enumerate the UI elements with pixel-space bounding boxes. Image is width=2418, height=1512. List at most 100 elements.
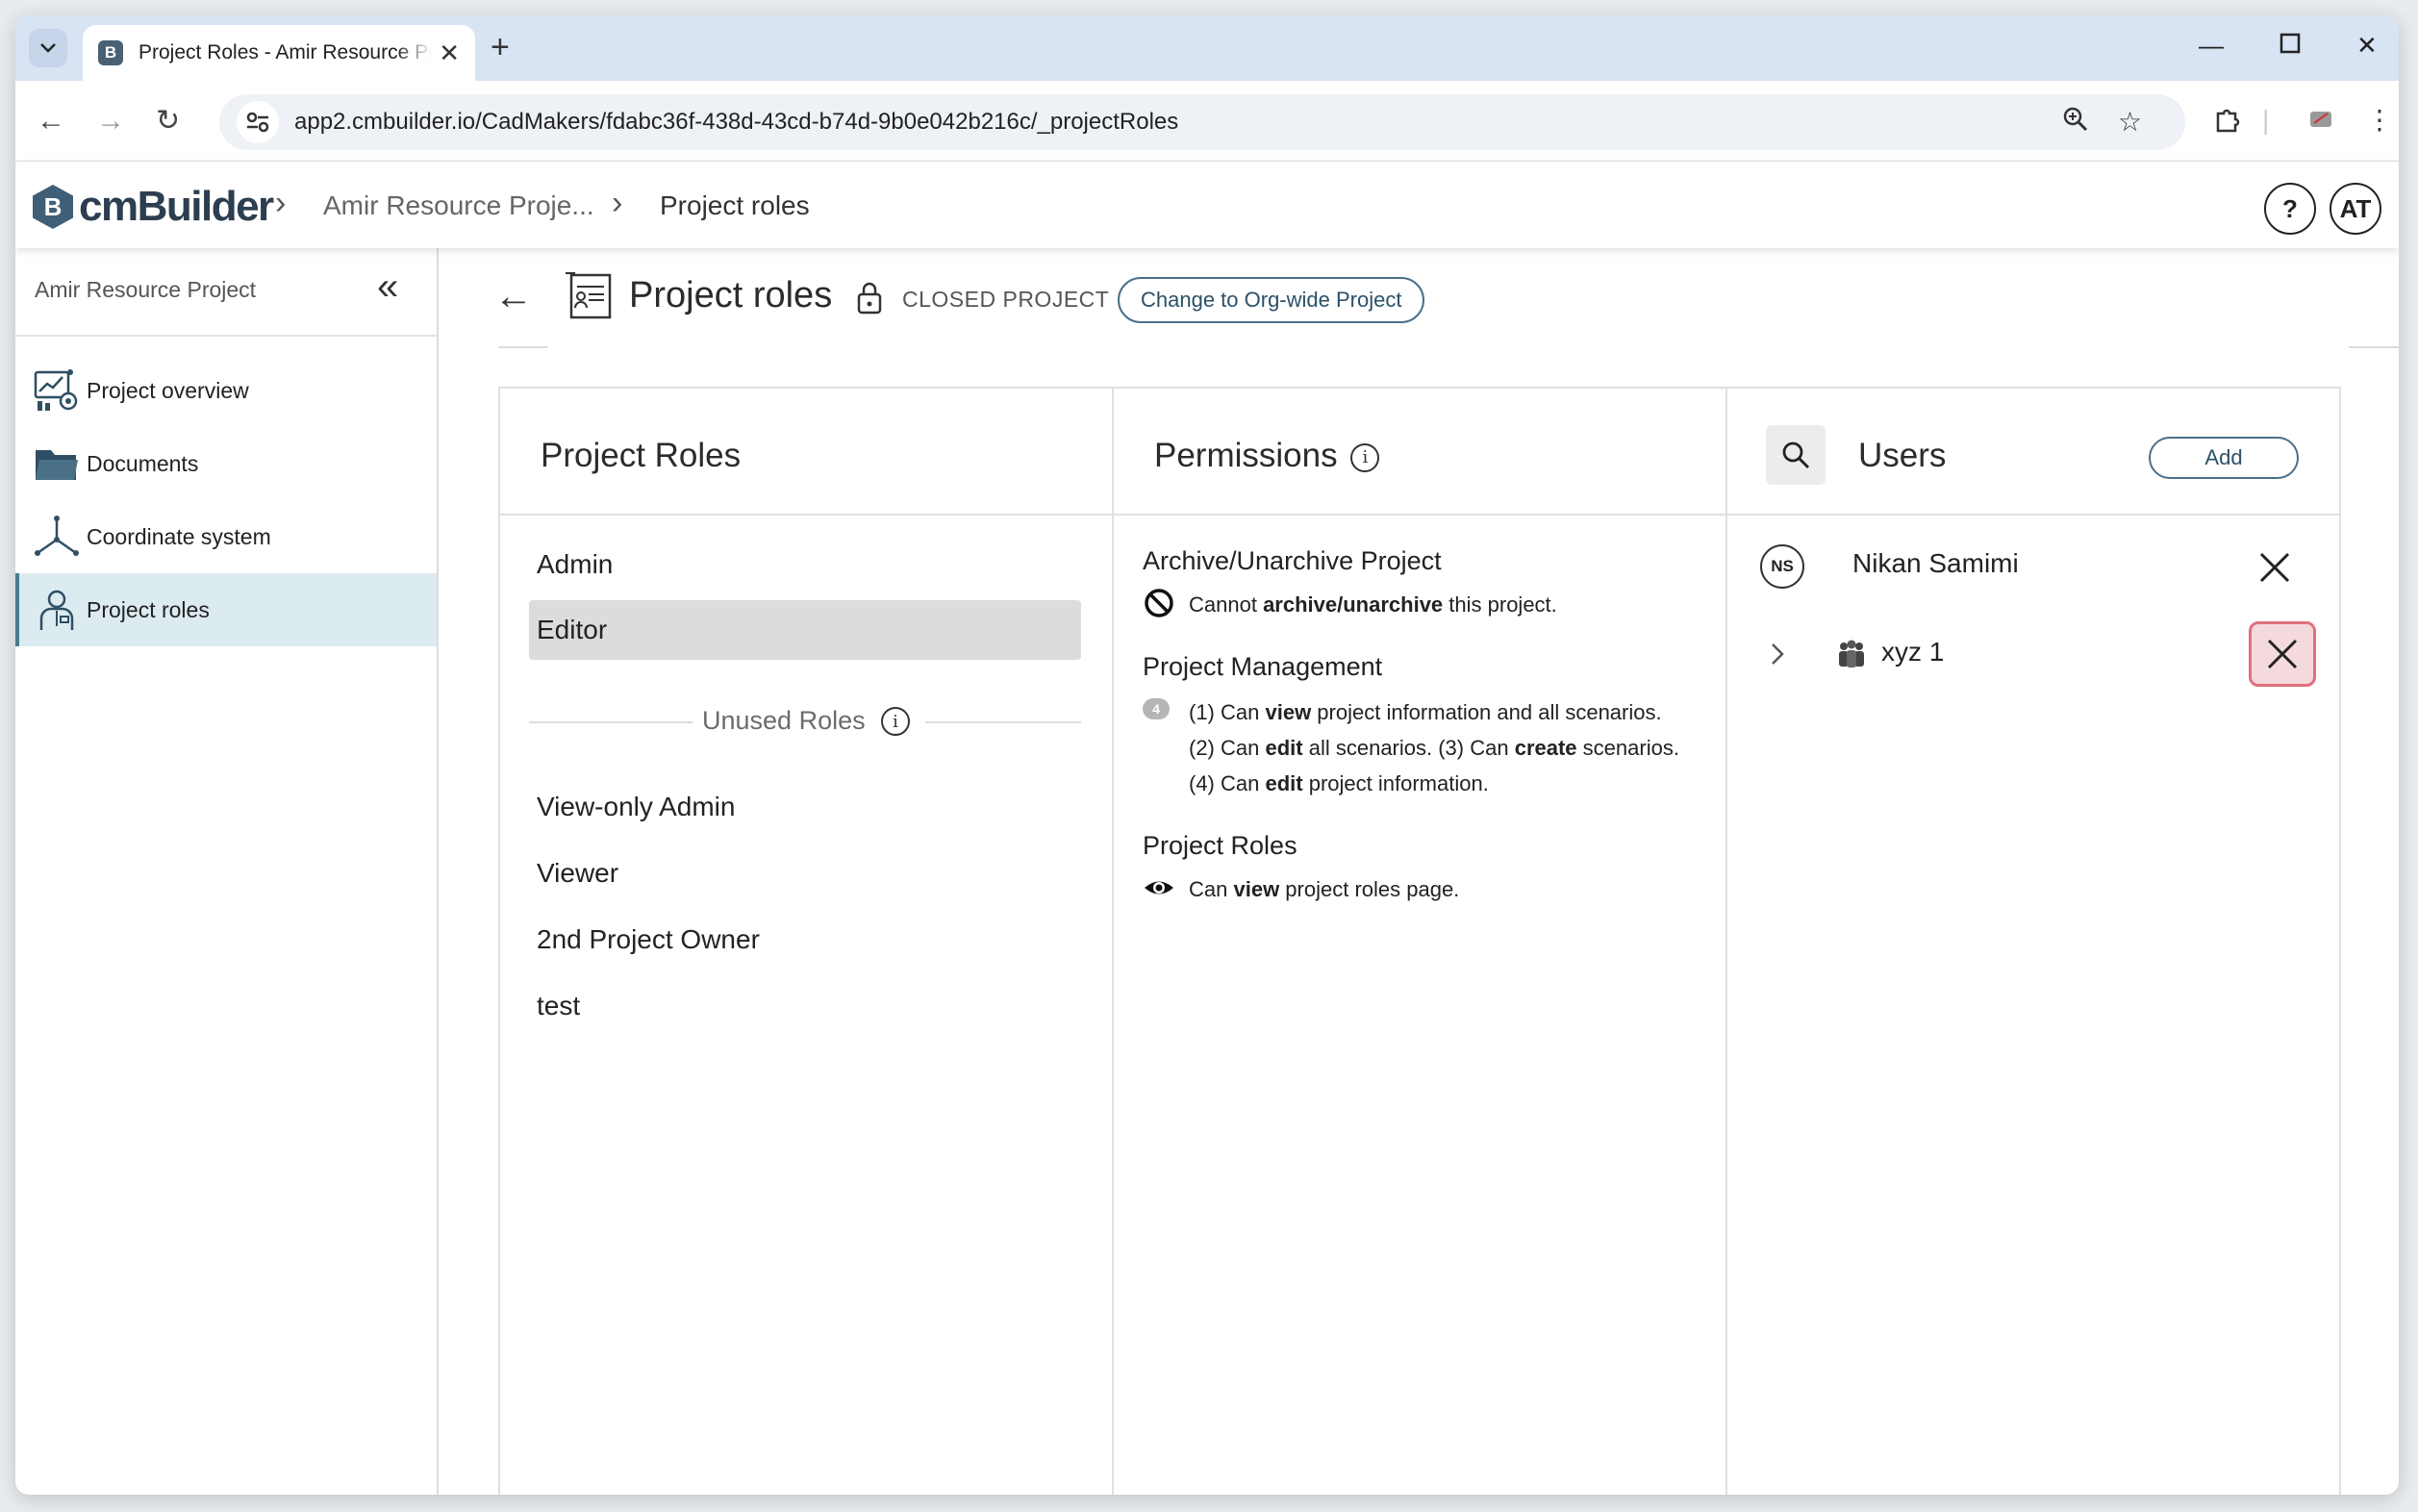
user-group-icon	[1835, 639, 1868, 674]
avatar: NS	[1760, 544, 1804, 589]
logo-mark-icon: B	[33, 185, 73, 229]
app-header: B cmBuilder › Amir Resource Proje... › P…	[15, 162, 2399, 248]
permissions-panel: Permissions i Archive/Unarchive Project …	[1112, 387, 1727, 1495]
panel-header: Project Roles	[500, 389, 1112, 516]
maximize-icon[interactable]	[2279, 33, 2301, 58]
role-item-2nd-project-owner[interactable]: 2nd Project Owner	[529, 910, 1081, 970]
close-icon	[2259, 552, 2290, 583]
sidebar-item-coordinate-system[interactable]: Coordinate system	[15, 500, 437, 573]
panel-header: Users Add	[1727, 389, 2339, 516]
project-overview-icon	[31, 365, 83, 416]
bookmark-star-icon[interactable]: ☆	[2118, 106, 2142, 139]
change-to-org-wide-button[interactable]: Change to Org-wide Project	[1118, 277, 1425, 323]
breadcrumb-current: Project roles	[660, 190, 810, 220]
panel-title: Project Roles	[541, 437, 742, 474]
user-row: NS Nikan Samimi	[1727, 533, 2339, 600]
sidebar-divider	[15, 335, 437, 337]
new-tab-icon[interactable]: +	[491, 31, 510, 63]
users-panel: Users Add NS Nikan Samimi xyz 1	[1725, 387, 2341, 1495]
role-item-test[interactable]: test	[529, 976, 1081, 1036]
sidebar-item-label: Project overview	[87, 377, 249, 403]
search-button[interactable]	[1766, 425, 1826, 485]
help-button[interactable]: ?	[2264, 183, 2316, 235]
collapse-sidebar-icon[interactable]: «	[377, 267, 398, 306]
site-info-icon[interactable]	[237, 101, 279, 143]
unused-roles-label: Unused Roles	[702, 706, 866, 735]
window-close-icon[interactable]: ✕	[2356, 33, 2378, 58]
remove-user-button[interactable]	[2241, 535, 2308, 600]
chevron-down-icon	[40, 43, 56, 53]
panel-title: Users	[1858, 437, 1947, 474]
project-roles-panel: Project Roles Admin Editor Unused Roles …	[498, 387, 1114, 1495]
eye-icon	[1145, 881, 1173, 895]
user-avatar[interactable]: AT	[2330, 183, 2381, 235]
close-icon[interactable]: ✕	[439, 40, 460, 65]
perm-text: (1) Can view project information and all…	[1189, 700, 1679, 795]
info-icon[interactable]: i	[1350, 442, 1380, 472]
lock-icon	[856, 281, 883, 320]
perm-line: 4 (1) Can view project information and a…	[1143, 694, 1679, 801]
back-icon[interactable]: ←	[37, 102, 65, 140]
breadcrumb-project[interactable]: Amir Resource Proje...	[323, 190, 594, 221]
unused-roles-divider: Unused Roles i	[529, 702, 1081, 741]
sidebar-project-name: Amir Resource Project	[35, 277, 257, 302]
sidebar: Amir Resource Project « Project overview…	[15, 248, 439, 1495]
axes-icon	[31, 511, 83, 563]
role-item-view-only-admin[interactable]: View-only Admin	[529, 777, 1081, 837]
role-item-admin[interactable]: Admin	[529, 535, 1081, 594]
header-divider	[498, 346, 548, 348]
user-name: Nikan Samimi	[1852, 548, 2019, 578]
perm-line: Cannot archive/unarchive this project.	[1143, 587, 1557, 622]
remove-group-button[interactable]	[2249, 621, 2316, 687]
zoom-icon[interactable]	[2062, 106, 2089, 140]
perm-text: Can view project roles page.	[1189, 877, 1460, 901]
add-user-button[interactable]: Add	[2149, 437, 2299, 479]
browser-tab[interactable]: B Project Roles - Amir Resource Project …	[83, 25, 475, 81]
group-name: xyz 1	[1881, 637, 1945, 667]
panel-header: Permissions i	[1114, 389, 1725, 516]
permissions-title: Permissions	[1154, 437, 1338, 474]
address-bar[interactable]: app2.cmbuilder.io/CadMakers/fdabc36f-438…	[219, 94, 2185, 150]
info-icon[interactable]: i	[881, 707, 910, 736]
perm-section-title: Archive/Unarchive Project	[1143, 546, 1442, 575]
sidebar-item-project-overview[interactable]: Project overview	[15, 354, 437, 427]
prohibited-icon	[1145, 589, 1173, 617]
count-badge: 4	[1143, 698, 1170, 719]
reload-icon[interactable]: ↻	[156, 102, 180, 140]
sidebar-item-label: Project roles	[87, 596, 210, 622]
browser-window: B Project Roles - Amir Resource Project …	[15, 15, 2399, 1495]
page-title: Project roles	[629, 275, 833, 315]
user-role-icon	[31, 584, 83, 636]
favicon-icon: B	[98, 40, 123, 65]
folder-icon	[31, 438, 83, 490]
breadcrumb-chevron-icon: ›	[275, 185, 287, 221]
role-item-editor[interactable]: Editor	[529, 600, 1081, 660]
group-row: xyz 1	[1727, 621, 2339, 689]
profile-extension-icon[interactable]	[2306, 104, 2335, 140]
cmbuilder-logo[interactable]: B cmBuilder	[33, 183, 274, 231]
panel-title: Permissions i	[1154, 437, 1380, 475]
expand-chevron-icon[interactable]	[1768, 641, 1787, 672]
main-content: ← Project roles CLOSED PROJECT Change to…	[439, 248, 2399, 1495]
url-text: app2.cmbuilder.io/CadMakers/fdabc36f-438…	[294, 109, 1179, 135]
sidebar-item-project-roles[interactable]: Project roles	[15, 573, 437, 646]
project-roles-page-icon	[564, 269, 616, 326]
header-divider	[2349, 346, 2399, 348]
minimize-icon[interactable]: —	[2199, 33, 2224, 58]
tab-title: Project Roles - Amir Resource Project	[139, 41, 432, 63]
back-arrow-icon[interactable]: ←	[494, 277, 533, 315]
logo-text: cmBuilder	[79, 183, 274, 230]
more-menu-icon[interactable]: ⋮	[2366, 104, 2393, 137]
project-status-label: CLOSED PROJECT	[902, 287, 1110, 312]
tab-search-button[interactable]	[29, 29, 67, 67]
sidebar-item-documents[interactable]: Documents	[15, 427, 437, 500]
toolbar-divider: |	[2262, 105, 2270, 135]
perm-section-title: Project Roles	[1143, 831, 1297, 860]
tab-bar: B Project Roles - Amir Resource Project …	[15, 15, 2399, 81]
sidebar-item-label: Coordinate system	[87, 523, 271, 549]
extensions-icon[interactable]	[2214, 104, 2243, 140]
search-icon	[1782, 441, 1810, 469]
perm-line: Can view project roles page.	[1143, 871, 1459, 907]
forward-icon[interactable]: →	[96, 102, 125, 140]
role-item-viewer[interactable]: Viewer	[529, 844, 1081, 903]
